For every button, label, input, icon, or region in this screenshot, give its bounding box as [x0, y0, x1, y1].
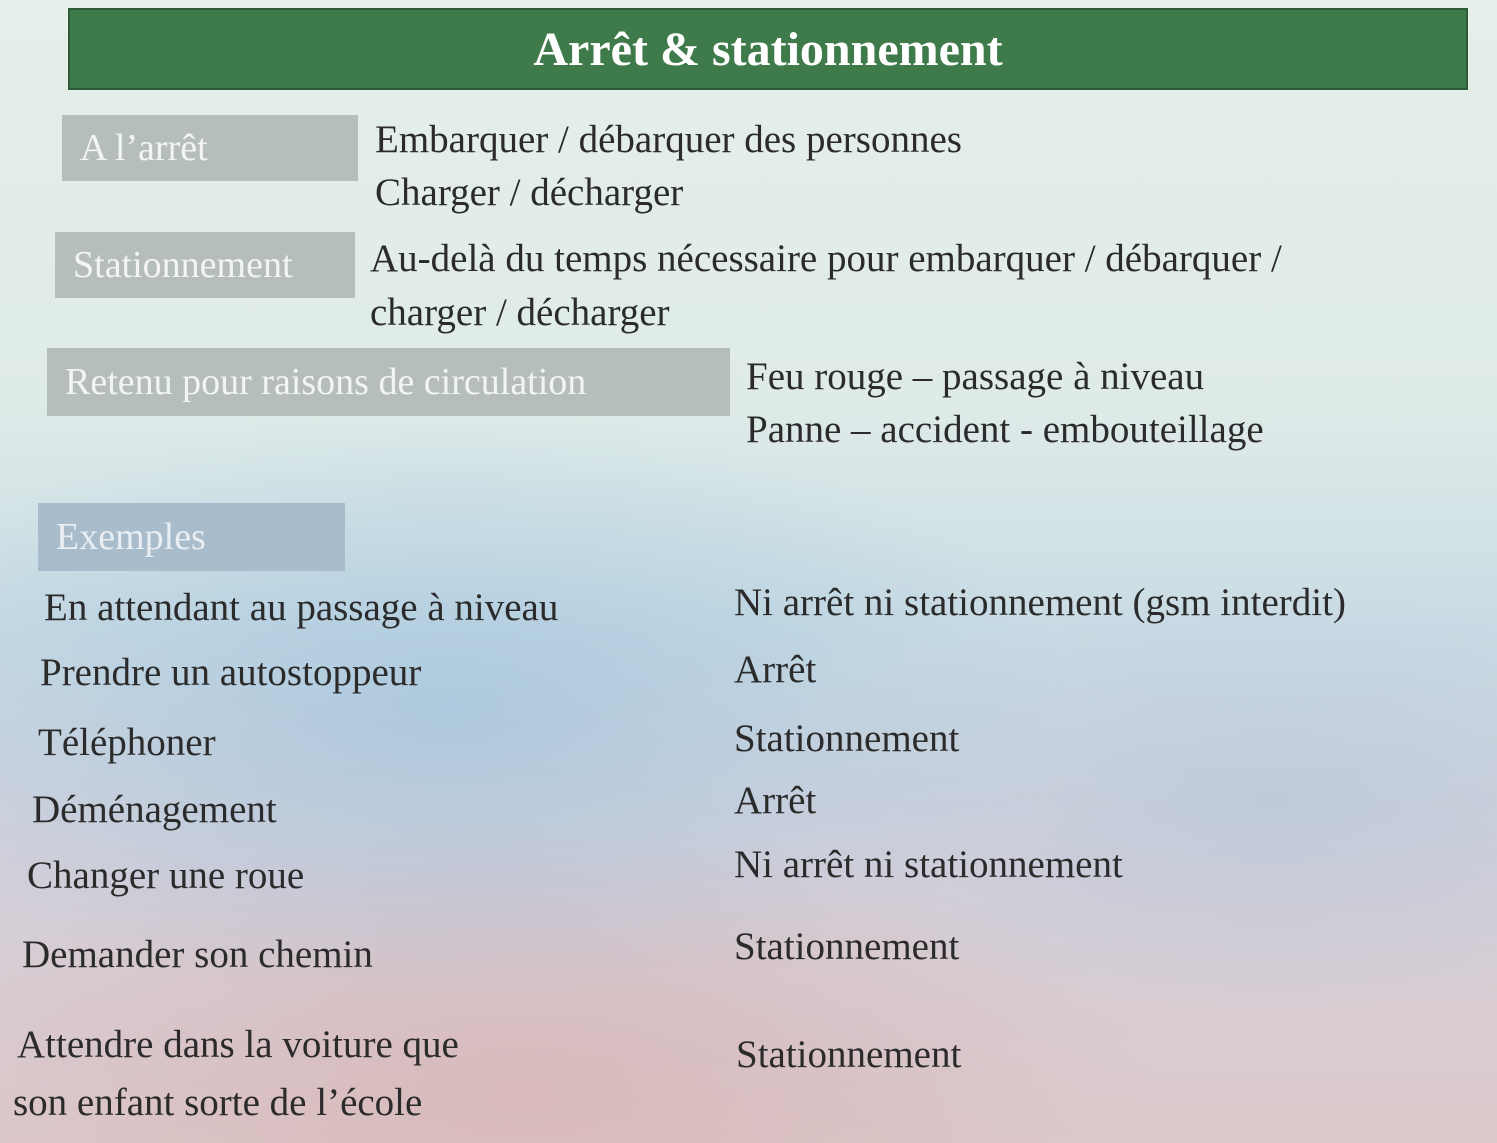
- example-situation: Prendre un autostoppeur: [40, 651, 422, 694]
- example-answer: Ni arrêt ni stationnement: [734, 843, 1123, 886]
- example-answer: Stationnement: [734, 717, 960, 760]
- example-answer: Stationnement: [734, 925, 960, 968]
- definition-label-stationnement: Stationnement: [55, 232, 355, 298]
- example-answer: Ni arrêt ni stationnement (gsm interdit): [734, 581, 1346, 624]
- definition-line: Embarquer / débarquer des personnes: [375, 118, 962, 161]
- example-situation: Attendre dans la voiture que: [17, 1023, 459, 1066]
- definition-label-arret: A l’arrêt: [62, 115, 358, 181]
- example-situation: En attendant au passage à niveau: [44, 586, 559, 629]
- example-answer: Stationnement: [736, 1033, 962, 1076]
- example-situation: Demander son chemin: [22, 933, 373, 976]
- example-situation: son enfant sorte de l’école: [13, 1081, 423, 1124]
- examples-header: Exemples: [38, 503, 345, 571]
- example-situation: Changer une roue: [27, 854, 305, 897]
- definition-line: Panne – accident - embouteillage: [746, 408, 1264, 451]
- definition-line: Feu rouge – passage à niveau: [746, 355, 1205, 398]
- page-title: Arrêt & stationnement: [68, 8, 1468, 90]
- definition-line: Charger / décharger: [375, 171, 684, 214]
- definition-label-retenu: Retenu pour raisons de circulation: [47, 348, 730, 416]
- definition-line: Au-delà du temps nécessaire pour embarqu…: [370, 237, 1282, 280]
- example-situation: Déménagement: [32, 788, 277, 831]
- example-situation: Téléphoner: [38, 721, 216, 764]
- definition-line: charger / décharger: [370, 291, 670, 334]
- example-answer: Arrêt: [734, 648, 817, 691]
- example-answer: Arrêt: [734, 779, 817, 822]
